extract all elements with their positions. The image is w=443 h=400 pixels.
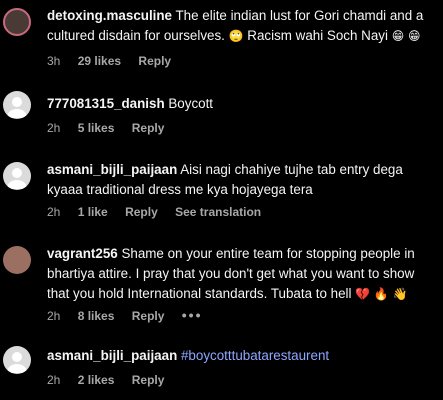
comment-body: vagrant256 Shame on your entire team for… (47, 244, 439, 304)
comment-likes[interactable]: 8 likes (78, 309, 115, 323)
see-translation-button[interactable]: See translation (175, 205, 261, 219)
comment-likes[interactable]: 1 like (78, 205, 108, 219)
avatar[interactable] (3, 8, 31, 36)
avatar[interactable] (3, 346, 31, 374)
comment-meta: 2h 1 like Reply See translation (47, 205, 275, 219)
grin-emoji-icon: 😁 (391, 29, 405, 43)
comment-time[interactable]: 2h (47, 309, 60, 323)
user-silhouette-icon (7, 97, 27, 118)
comment-time[interactable]: 3h (47, 54, 60, 68)
more-options-icon[interactable]: ••• (182, 307, 203, 323)
user-silhouette-icon (7, 352, 27, 373)
comment-text: Boycott (168, 96, 214, 111)
comment-text-continued: Racism wahi Soch Nayi (243, 28, 388, 43)
comment-time[interactable]: 2h (47, 205, 60, 219)
comment-meta: 2h 2 likes Reply (47, 373, 178, 387)
avatar[interactable] (3, 246, 31, 274)
fire-emoji-icon: 🔥 (373, 287, 389, 301)
reply-button[interactable]: Reply (138, 54, 171, 68)
comment-body: asmani_bijli_paijaan #boycotttubataresta… (47, 346, 439, 366)
comment-meta: 2h 8 likes Reply ••• (47, 307, 217, 323)
waving-hand-emoji-icon: 👋 (392, 287, 408, 301)
comment-meta: 3h 29 likes Reply (47, 54, 185, 68)
avatar[interactable] (3, 162, 31, 190)
comment-time[interactable]: 2h (47, 373, 60, 387)
reply-button[interactable]: Reply (132, 373, 165, 387)
comment-body: asmani_bijli_paijaan Aisi nagi chahiye t… (47, 160, 439, 200)
reply-button[interactable]: Reply (132, 121, 165, 135)
comment-body: detoxing.masculine The elite indian lust… (47, 6, 439, 46)
comment-username[interactable]: asmani_bijli_paijaan (47, 348, 177, 363)
comment-time[interactable]: 2h (47, 121, 60, 135)
comment-likes[interactable]: 2 likes (78, 373, 115, 387)
comment-likes[interactable]: 29 likes (78, 54, 121, 68)
comment-meta: 2h 5 likes Reply (47, 121, 178, 135)
eyeroll-emoji-icon: 🙄 (228, 29, 244, 43)
comment-username[interactable]: asmani_bijli_paijaan (47, 162, 177, 177)
reply-button[interactable]: Reply (132, 309, 165, 323)
comment-username[interactable]: 777081315_danish (47, 96, 165, 111)
avatar[interactable] (3, 91, 31, 119)
grin-emoji-icon: 😁 (407, 29, 421, 43)
broken-heart-emoji-icon: 💔 (355, 287, 371, 301)
user-silhouette-icon (7, 168, 27, 189)
comment-body: 777081315_danish Boycott (47, 94, 439, 114)
comment-username[interactable]: vagrant256 (47, 246, 118, 261)
comment-likes[interactable]: 5 likes (78, 121, 115, 135)
comment-username[interactable]: detoxing.masculine (47, 8, 172, 23)
reply-button[interactable]: Reply (125, 205, 158, 219)
hashtag-link[interactable]: #boycotttubatarestaurent (181, 348, 329, 363)
